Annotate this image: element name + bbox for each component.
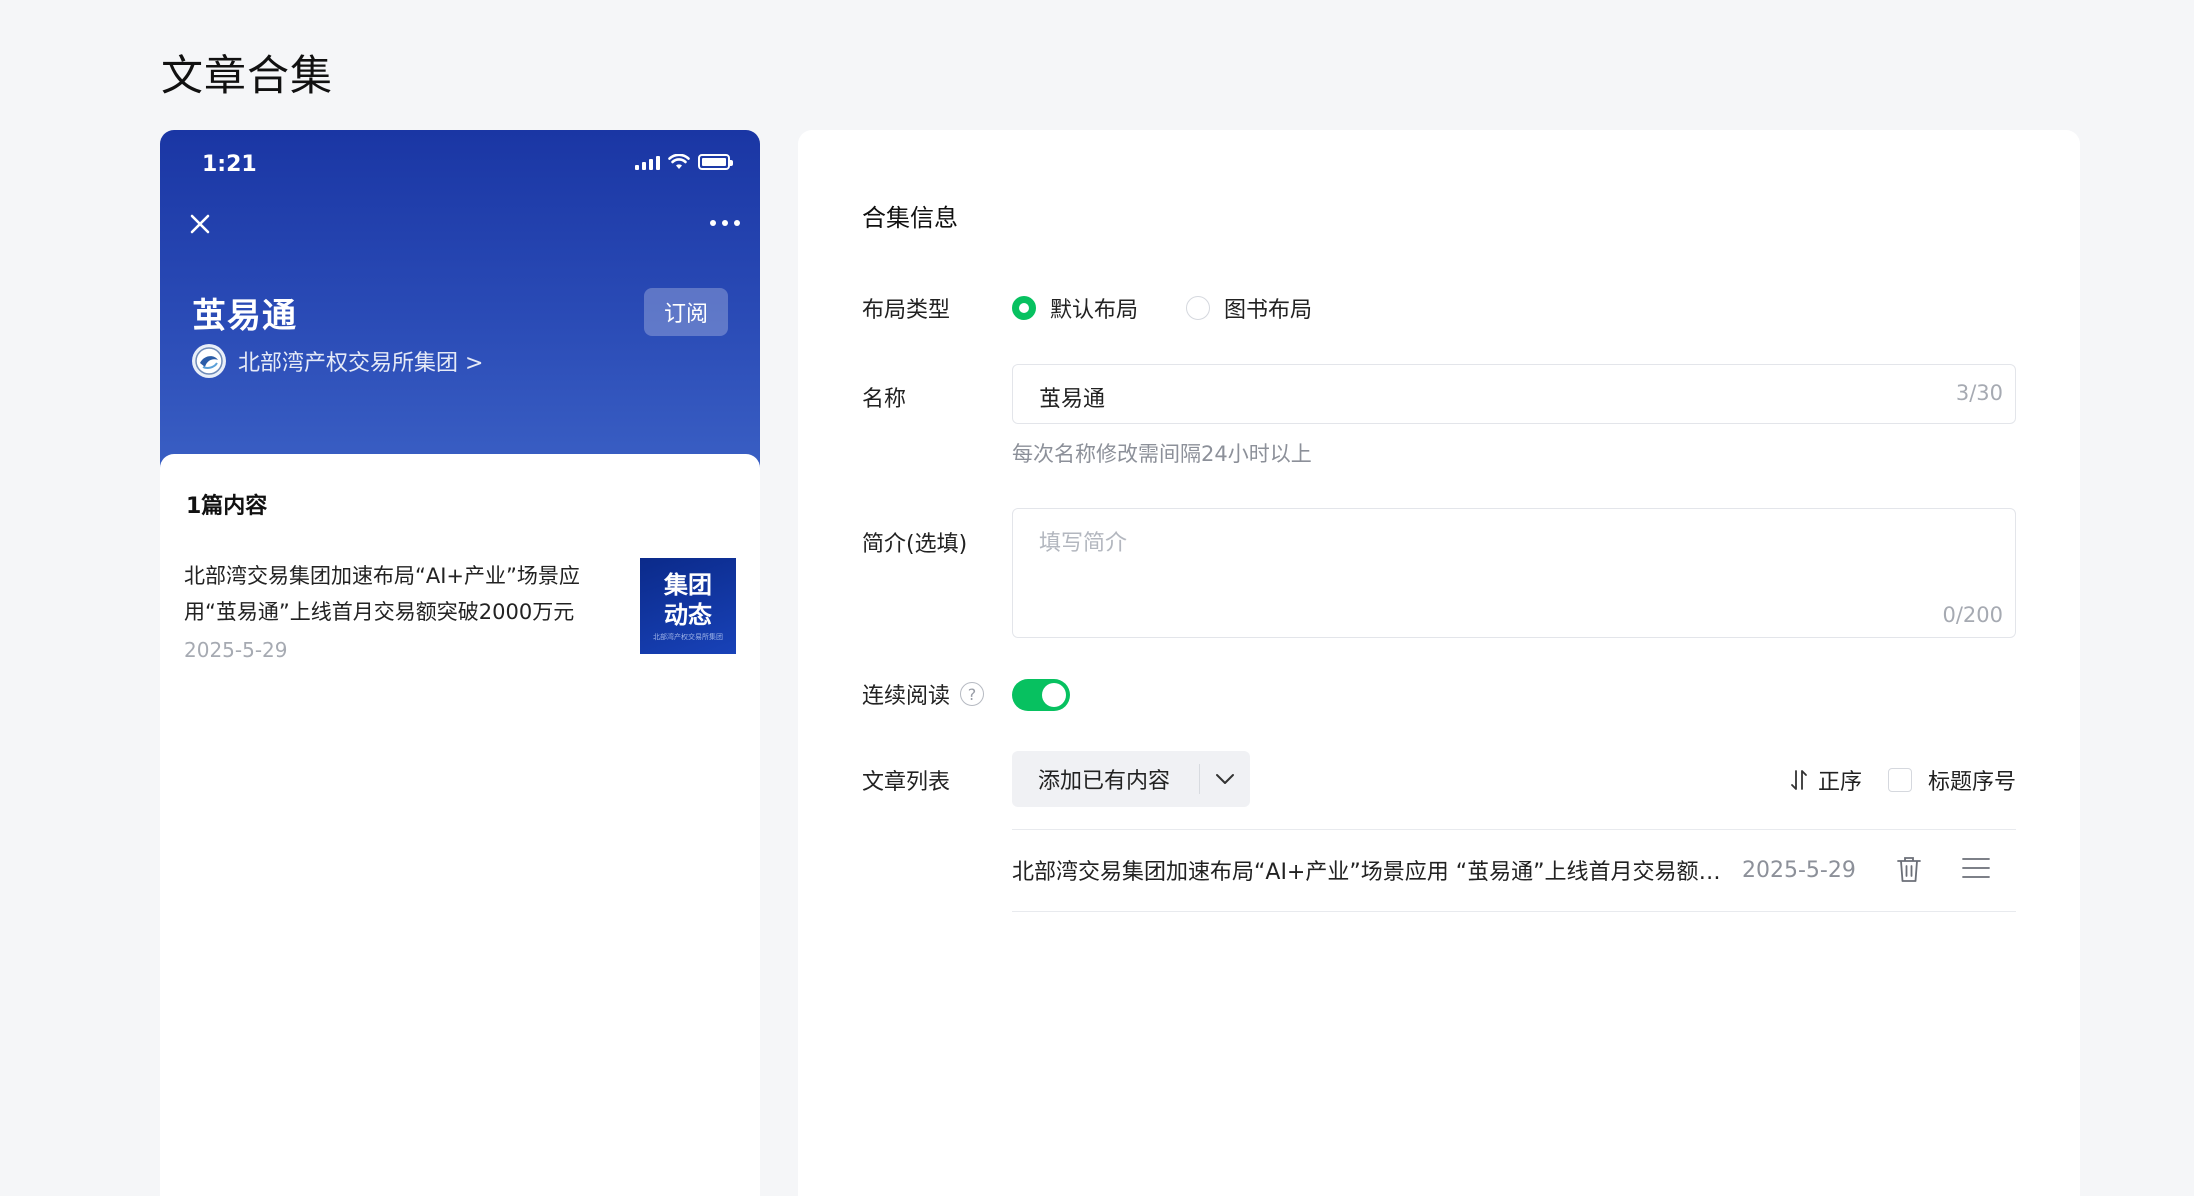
- section-title: 合集信息: [862, 204, 958, 232]
- name-label: 名称: [862, 387, 907, 412]
- layout-type-options: 默认布局 图书布局: [1012, 292, 1312, 324]
- thumb-text-1: 集团: [664, 571, 712, 599]
- status-icons: [635, 154, 733, 170]
- add-existing-content-button[interactable]: 添加已有内容: [1012, 751, 1250, 807]
- checkbox-box[interactable]: [1888, 768, 1912, 792]
- wifi-icon: [668, 154, 690, 169]
- article-thumbnail: 集团 动态 北部湾产权交易所集团: [640, 558, 736, 654]
- close-icon[interactable]: [182, 206, 218, 242]
- content-count: 1篇内容: [186, 494, 268, 519]
- name-value: 茧易通: [1039, 387, 1106, 412]
- title-numbering-label: 标题序号: [1928, 770, 2017, 795]
- sort-label: 正序: [1818, 770, 1863, 795]
- intro-counter: 0/200: [1942, 603, 2003, 627]
- radio-book-label[interactable]: 图书布局: [1224, 292, 1312, 324]
- layout-type-label: 布局类型: [862, 298, 951, 323]
- intro-placeholder: 填写简介: [1039, 531, 1128, 556]
- list-divider-bottom: [1012, 911, 2016, 912]
- continuous-read-text: 连续阅读: [862, 684, 951, 709]
- drag-handle-icon[interactable]: [1962, 857, 1990, 879]
- thumb-text-2: 动态: [664, 601, 712, 629]
- phone-article-card[interactable]: 北部湾交易集团加速布局“AI+产业”场景应用“茧易通”上线首月交易额突破2000…: [184, 558, 736, 668]
- more-icon[interactable]: [710, 220, 740, 226]
- org-link[interactable]: 北部湾产权交易所集团 >: [192, 344, 483, 378]
- article-list-label: 文章列表: [862, 770, 951, 795]
- article-item-title: 北部湾交易集团加速布局“AI+产业”场景应用 “茧易通”上线首月交易额突破200…: [1012, 860, 1728, 885]
- phone-content: 1篇内容 北部湾交易集团加速布局“AI+产业”场景应用“茧易通”上线首月交易额突…: [160, 454, 760, 1196]
- radio-book-layout[interactable]: [1186, 296, 1211, 320]
- account-name: 茧易通: [192, 296, 297, 336]
- delete-icon[interactable]: [1896, 855, 1922, 883]
- radio-default-label[interactable]: 默认布局: [1050, 292, 1138, 324]
- subscribe-button[interactable]: 订阅: [644, 288, 728, 336]
- phone-preview: 1:21 茧易通 订阅 北部湾产权交易所集团 > 1篇内容 北部湾交易集团加速布…: [160, 130, 760, 1196]
- radio-default-layout[interactable]: [1012, 296, 1036, 320]
- name-hint: 每次名称修改需间隔24小时以上: [1012, 442, 1312, 466]
- help-icon[interactable]: ?: [960, 682, 985, 706]
- article-list-item[interactable]: 北部湾交易集团加速布局“AI+产业”场景应用 “茧易通”上线首月交易额突破200…: [1012, 829, 2016, 911]
- sort-icon: [1791, 770, 1807, 790]
- org-name: 北部湾产权交易所集团 >: [238, 351, 484, 376]
- add-existing-content-label: 添加已有内容: [1038, 769, 1171, 794]
- phone-article-date: 2025-5-29: [184, 638, 288, 662]
- name-counter: 3/30: [1955, 381, 2003, 405]
- article-item-date: 2025-5-29: [1742, 857, 1856, 883]
- intro-textarea[interactable]: 填写简介 0/200: [1012, 508, 2016, 638]
- phone-article-title: 北部湾交易集团加速布局“AI+产业”场景应用“茧易通”上线首月交易额突破2000…: [184, 564, 580, 624]
- battery-icon: [698, 154, 733, 170]
- thumb-footer: 北部湾产权交易所集团: [653, 633, 723, 641]
- chevron-down-icon[interactable]: [1200, 773, 1250, 785]
- continuous-read-toggle[interactable]: [1012, 679, 1070, 711]
- page-title: 文章合集: [161, 51, 334, 100]
- name-input[interactable]: 茧易通 3/30: [1012, 364, 2016, 424]
- signal-icon: [635, 154, 660, 170]
- continuous-read-label: 连续阅读 ?: [862, 678, 985, 710]
- status-time: 1:21: [202, 152, 257, 177]
- intro-label: 简介(选填): [862, 532, 968, 557]
- org-logo-icon: [192, 344, 226, 378]
- sort-order-button[interactable]: 正序: [1790, 764, 1862, 796]
- collection-info-panel: 合集信息 布局类型 默认布局 图书布局 名称 茧易通 3/30 每次名称修改需间…: [798, 130, 2080, 1196]
- title-numbering-checkbox[interactable]: 标题序号: [1888, 764, 2016, 796]
- phone-hero: 1:21 茧易通 订阅 北部湾产权交易所集团 >: [160, 130, 760, 470]
